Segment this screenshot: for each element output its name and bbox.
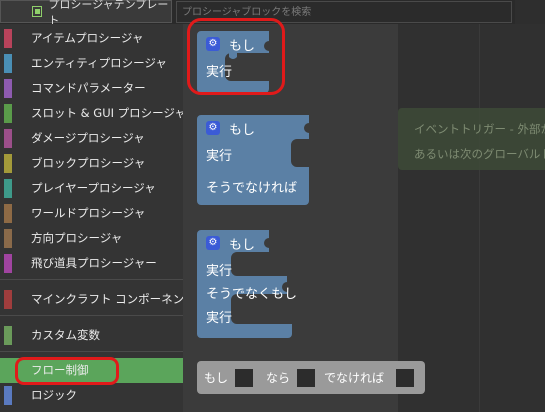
category-label: スロット & GUI プロシージャ — [31, 106, 186, 120]
event-trigger-block[interactable]: イベントトリガー - 外部か あるいは次のグローバルト — [398, 108, 545, 170]
else-label: そうでなければ — [206, 181, 298, 196]
block-highlight-annotation — [187, 18, 285, 95]
category-color-swatch — [4, 129, 12, 148]
sidebar-divider — [0, 315, 183, 316]
category-color-swatch — [4, 254, 12, 273]
gear-icon[interactable]: ⚙ — [206, 236, 220, 250]
do-label-2: 実行 — [206, 311, 233, 326]
procedure-templates-tab[interactable]: プロシージャテンプレート — [0, 0, 172, 27]
category-color-swatch — [4, 154, 12, 173]
do-label: 実行 — [206, 149, 233, 164]
category-custom-variables[interactable]: カスタム変数 — [0, 323, 183, 348]
if-label: もし — [229, 238, 256, 253]
event-block-line1: イベントトリガー - 外部か — [414, 122, 545, 136]
category-color-swatch — [4, 179, 12, 198]
category-color-swatch — [4, 361, 12, 380]
ternary-block[interactable] — [197, 361, 425, 394]
category-direction-procedures[interactable]: 方向プロシージャ — [0, 226, 183, 251]
category-label: 方向プロシージャ — [31, 231, 123, 245]
category-color-swatch — [4, 29, 12, 48]
category-player-procedures[interactable]: プレイヤープロシージャ — [0, 176, 183, 201]
category-label: プレイヤープロシージャ — [31, 181, 156, 195]
category-color-swatch — [4, 290, 12, 309]
elseif-label: そうでなくもし — [206, 287, 298, 302]
category-label: ブロックプロシージャ — [31, 156, 146, 170]
category-item-procedures[interactable]: アイテムプロシージャ — [0, 26, 183, 51]
category-slot-gui-procedures[interactable]: スロット & GUI プロシージャ — [0, 101, 186, 126]
category-damage-procedures[interactable]: ダメージプロシージャ — [0, 126, 183, 151]
ternary-if-label: もし — [204, 371, 229, 385]
category-label: アイテムプロシージャ — [31, 31, 144, 45]
category-color-swatch — [4, 326, 12, 345]
category-color-swatch — [4, 204, 12, 223]
do-label: 実行 — [206, 264, 233, 279]
category-label: ロジック — [31, 388, 77, 402]
category-color-swatch — [4, 54, 12, 73]
sidebar-divider — [0, 279, 183, 280]
sidebar-divider — [0, 351, 183, 352]
category-block-procedures[interactable]: ブロックプロシージャ — [0, 151, 183, 176]
category-command-parameters[interactable]: コマンドパラメーター — [0, 76, 183, 101]
gear-icon[interactable]: ⚙ — [206, 121, 220, 135]
category-logic[interactable]: ロジック — [0, 383, 183, 408]
category-color-swatch — [4, 104, 12, 123]
template-icon — [32, 6, 43, 17]
category-color-swatch — [4, 229, 12, 248]
event-block-line2: あるいは次のグローバルト — [414, 147, 545, 161]
category-world-procedures[interactable]: ワールドプロシージャ — [0, 201, 183, 226]
category-label: マインクラフト コンポーネント — [31, 292, 196, 306]
category-label: 飛び道具プロシージャー — [31, 256, 157, 270]
category-label: ダメージプロシージャ — [31, 131, 145, 145]
category-entity-procedures[interactable]: エンティティプロシージャ — [0, 51, 183, 76]
top-right-area — [515, 0, 545, 24]
ternary-else-label: でなければ — [324, 371, 385, 385]
category-highlight-annotation — [15, 357, 119, 385]
category-minecraft-components[interactable]: マインクラフト コンポーネント — [0, 287, 196, 312]
category-label: カスタム変数 — [31, 328, 100, 342]
flyout-edge — [479, 24, 480, 412]
category-label: エンティティプロシージャ — [31, 56, 167, 70]
category-projectile-procedures[interactable]: 飛び道具プロシージャー — [0, 251, 183, 276]
category-label: コマンドパラメーター — [31, 81, 146, 95]
ternary-then-label: なら — [266, 371, 291, 385]
category-color-swatch — [4, 79, 12, 98]
category-color-swatch — [4, 386, 12, 405]
if-label: もし — [229, 123, 256, 138]
category-label: ワールドプロシージャ — [31, 206, 146, 220]
